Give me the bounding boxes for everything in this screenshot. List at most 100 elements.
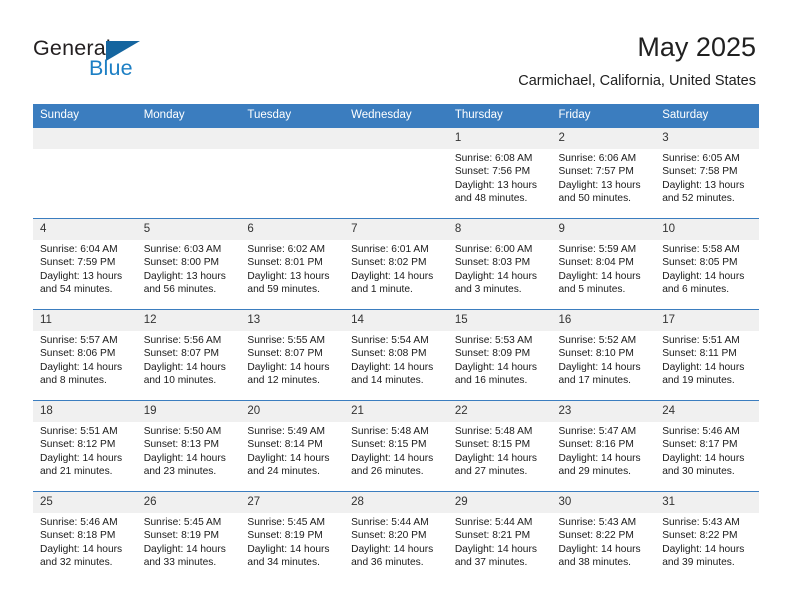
calendar-day-cell[interactable]: 29 Sunrise: 5:44 AM Sunset: 8:21 PM Dayligh… (447, 491, 552, 582)
calendar-day-cell[interactable]: 1 Sunrise: 6:08 AM Sunset: 7:56 PM Daylight… (447, 128, 552, 219)
sunrise-text: Sunrise: 5:45 AM (247, 517, 325, 528)
daylight-text: Daylight: 14 hours and 19 minutes. (662, 361, 745, 387)
day-cell-content: 14 Sunrise: 5:54 AM Sunset: 8:08 PM Dayligh… (344, 310, 448, 400)
sunrise-text: Sunrise: 6:05 AM (662, 153, 740, 164)
day-number: 16 (551, 310, 656, 331)
day-number: 14 (344, 310, 448, 331)
sunset-text: Sunset: 8:05 PM (662, 257, 738, 269)
day-cell-content: 23 Sunrise: 5:47 AM Sunset: 8:16 PM Dayligh… (551, 401, 656, 491)
calendar-day-cell[interactable]: 5 Sunrise: 6:03 AM Sunset: 8:00 PM Daylight… (136, 218, 241, 310)
calendar-day-cell[interactable]: 16 Sunrise: 5:52 AM Sunset: 8:10 PM Dayligh… (551, 309, 656, 401)
calendar-day-cell[interactable]: 23 Sunrise: 5:47 AM Sunset: 8:16 PM Dayligh… (551, 400, 656, 492)
day-sun-info: Sunrise: 5:51 AM Sunset: 8:12 PM Daylight:… (33, 422, 137, 479)
day-cell-content (33, 128, 137, 218)
day-number: 25 (33, 492, 137, 513)
sunset-text: Sunset: 8:08 PM (351, 348, 427, 360)
day-sun-info: Sunrise: 5:53 AM Sunset: 8:09 PM Daylight:… (448, 331, 552, 388)
sunset-text: Sunset: 8:00 PM (143, 257, 220, 269)
sunrise-text: Sunrise: 5:58 AM (662, 244, 740, 255)
day-sun-info: Sunrise: 5:50 AM Sunset: 8:13 PM Daylight:… (137, 422, 241, 479)
calendar-day-cell (33, 128, 137, 219)
brand-name-blue: Blue (89, 56, 133, 80)
daylight-text: Daylight: 14 hours and 8 minutes. (40, 361, 123, 387)
day-number: 8 (447, 219, 552, 240)
sunset-text: Sunset: 8:19 PM (247, 530, 323, 542)
day-number: 2 (551, 128, 656, 149)
day-cell-content: 16 Sunrise: 5:52 AM Sunset: 8:10 PM Dayligh… (551, 310, 656, 400)
day-sun-info: Sunrise: 5:56 AM Sunset: 8:07 PM Daylight:… (137, 331, 241, 388)
sunset-text: Sunset: 8:04 PM (558, 257, 634, 269)
calendar-day-cell[interactable]: 6 Sunrise: 6:02 AM Sunset: 8:01 PM Daylight… (240, 218, 345, 310)
weekday-header-tuesday: Tuesday (240, 104, 345, 128)
calendar-day-cell[interactable]: 26 Sunrise: 5:45 AM Sunset: 8:19 PM Dayligh… (136, 491, 241, 582)
daylight-text: Daylight: 14 hours and 3 minutes. (454, 270, 537, 296)
daylight-text: Daylight: 13 hours and 50 minutes. (558, 179, 641, 205)
calendar-day-cell[interactable]: 28 Sunrise: 5:44 AM Sunset: 8:20 PM Dayligh… (344, 491, 448, 582)
calendar-day-cell[interactable]: 14 Sunrise: 5:54 AM Sunset: 8:08 PM Dayligh… (344, 309, 448, 401)
calendar-day-cell[interactable]: 4 Sunrise: 6:04 AM Sunset: 7:59 PM Daylight… (33, 218, 137, 310)
sunrise-text: Sunrise: 5:46 AM (40, 517, 118, 528)
day-sun-info: Sunrise: 5:45 AM Sunset: 8:19 PM Daylight:… (240, 513, 344, 570)
day-number: 28 (344, 492, 448, 513)
calendar-day-cell[interactable]: 19 Sunrise: 5:50 AM Sunset: 8:13 PM Dayligh… (136, 400, 241, 492)
daylight-text: Daylight: 14 hours and 24 minutes. (247, 452, 330, 478)
calendar-day-cell[interactable]: 2 Sunrise: 6:06 AM Sunset: 7:57 PM Daylight… (551, 128, 656, 219)
calendar-day-cell[interactable]: 21 Sunrise: 5:48 AM Sunset: 8:15 PM Dayligh… (344, 400, 448, 492)
sunset-text: Sunset: 8:03 PM (454, 257, 531, 269)
sunset-text: Sunset: 8:13 PM (143, 439, 220, 451)
calendar-day-cell[interactable]: 9 Sunrise: 5:59 AM Sunset: 8:04 PM Daylight… (551, 218, 656, 310)
day-number: 5 (136, 219, 241, 240)
calendar-day-cell[interactable]: 3 Sunrise: 6:05 AM Sunset: 7:58 PM Daylight… (655, 128, 759, 219)
day-cell-content: 12 Sunrise: 5:56 AM Sunset: 8:07 PM Dayligh… (136, 310, 241, 400)
sunrise-text: Sunrise: 5:55 AM (247, 335, 325, 346)
day-cell-content: 29 Sunrise: 5:44 AM Sunset: 8:21 PM Dayligh… (447, 492, 552, 582)
day-number: 11 (33, 310, 137, 331)
title-block: May 2025 Carmichael, California, United … (518, 30, 756, 90)
calendar-week-row: 25 Sunrise: 5:46 AM Sunset: 8:18 PM Dayligh… (33, 491, 759, 582)
day-number: 23 (551, 401, 656, 422)
day-sun-info: Sunrise: 5:49 AM Sunset: 8:14 PM Daylight:… (240, 422, 344, 479)
day-cell-content (240, 128, 345, 218)
calendar-day-cell[interactable]: 11 Sunrise: 5:57 AM Sunset: 8:06 PM Dayligh… (33, 309, 137, 401)
calendar-day-cell[interactable]: 20 Sunrise: 5:49 AM Sunset: 8:14 PM Dayligh… (240, 400, 345, 492)
calendar-day-cell[interactable]: 25 Sunrise: 5:46 AM Sunset: 8:18 PM Dayligh… (33, 491, 137, 582)
day-number: 19 (136, 401, 241, 422)
sunset-text: Sunset: 8:12 PM (40, 439, 116, 451)
calendar-day-cell (344, 128, 448, 219)
day-sun-info: Sunrise: 6:02 AM Sunset: 8:01 PM Daylight:… (240, 240, 344, 297)
daylight-text: Daylight: 13 hours and 56 minutes. (143, 270, 226, 296)
calendar-day-cell[interactable]: 30 Sunrise: 5:43 AM Sunset: 8:22 PM Dayligh… (551, 491, 656, 582)
calendar-day-cell[interactable]: 31 Sunrise: 5:43 AM Sunset: 8:22 PM Dayligh… (655, 491, 759, 582)
calendar-day-cell[interactable]: 24 Sunrise: 5:46 AM Sunset: 8:17 PM Dayligh… (655, 400, 759, 492)
sunset-text: Sunset: 8:06 PM (40, 348, 116, 360)
daylight-text: Daylight: 14 hours and 26 minutes. (351, 452, 434, 478)
sunrise-text: Sunrise: 6:06 AM (558, 153, 637, 164)
calendar-day-cell[interactable]: 12 Sunrise: 5:56 AM Sunset: 8:07 PM Dayligh… (136, 309, 241, 401)
day-cell-content: 25 Sunrise: 5:46 AM Sunset: 8:18 PM Dayligh… (33, 492, 137, 582)
day-sun-info: Sunrise: 6:04 AM Sunset: 7:59 PM Daylight:… (33, 240, 137, 297)
day-number: 26 (136, 492, 241, 513)
calendar-day-cell[interactable]: 10 Sunrise: 5:58 AM Sunset: 8:05 PM Dayligh… (655, 218, 759, 310)
daylight-text: Daylight: 13 hours and 59 minutes. (247, 270, 330, 296)
day-number: 29 (447, 492, 552, 513)
calendar-day-cell[interactable]: 18 Sunrise: 5:51 AM Sunset: 8:12 PM Dayligh… (33, 400, 137, 492)
day-sun-info: Sunrise: 6:03 AM Sunset: 8:00 PM Daylight:… (137, 240, 241, 297)
day-number: 24 (655, 401, 759, 422)
calendar-day-cell[interactable]: 15 Sunrise: 5:53 AM Sunset: 8:09 PM Dayligh… (447, 309, 552, 401)
calendar-day-cell[interactable]: 13 Sunrise: 5:55 AM Sunset: 8:07 PM Dayligh… (240, 309, 345, 401)
day-number: 20 (240, 401, 345, 422)
calendar-day-cell[interactable]: 27 Sunrise: 5:45 AM Sunset: 8:19 PM Dayligh… (240, 491, 345, 582)
calendar-day-cell[interactable]: 17 Sunrise: 5:51 AM Sunset: 8:11 PM Dayligh… (655, 309, 759, 401)
brand-logo[interactable]: General Blue (33, 36, 233, 88)
calendar-day-cell[interactable]: 7 Sunrise: 6:01 AM Sunset: 8:02 PM Daylight… (344, 218, 448, 310)
daylight-text: Daylight: 14 hours and 38 minutes. (558, 543, 641, 569)
calendar-day-cell[interactable]: 8 Sunrise: 6:00 AM Sunset: 8:03 PM Daylight… (447, 218, 552, 310)
weekday-header-sunday: Sunday (33, 104, 137, 128)
day-number (240, 128, 345, 149)
sunrise-text: Sunrise: 5:43 AM (662, 517, 740, 528)
calendar-page: General Blue May 2025 Carmichael, Califo… (0, 0, 792, 612)
calendar-day-cell[interactable]: 22 Sunrise: 5:48 AM Sunset: 8:15 PM Dayligh… (447, 400, 552, 492)
day-sun-info: Sunrise: 5:44 AM Sunset: 8:20 PM Daylight:… (344, 513, 448, 570)
day-number: 9 (551, 219, 656, 240)
daylight-text: Daylight: 13 hours and 54 minutes. (40, 270, 123, 296)
